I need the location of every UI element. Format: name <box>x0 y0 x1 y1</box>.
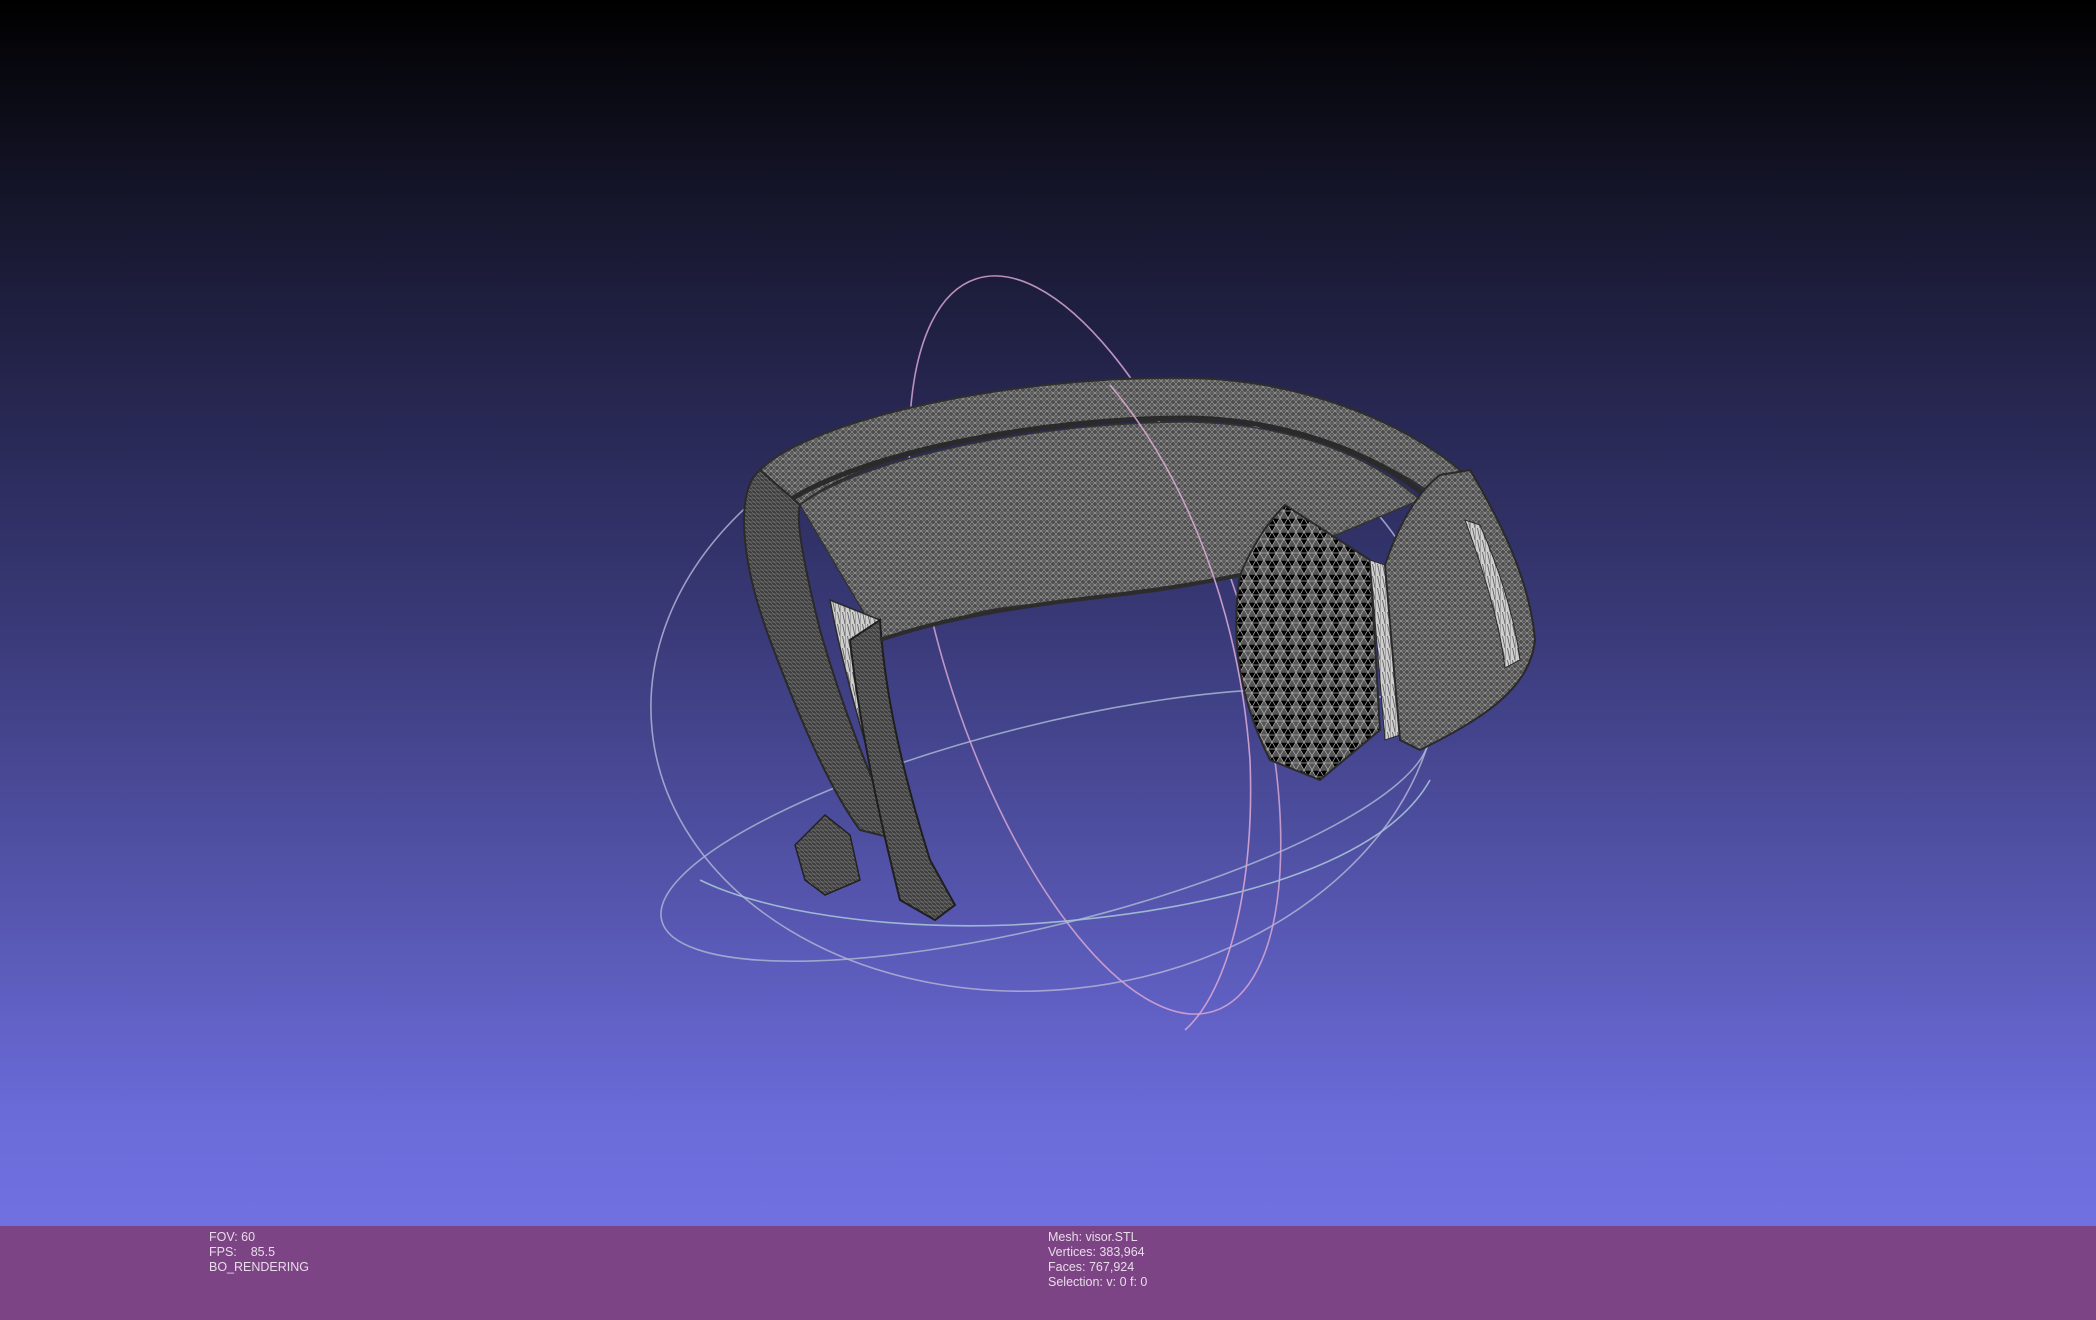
mesh-info-panel: Mesh: visor.STL Vertices: 383,964 Faces:… <box>1048 1230 1147 1290</box>
mesh-name: Mesh: visor.STL <box>1048 1230 1138 1244</box>
status-info-bar: FOV: 60 FPS: 85.5 BO_RENDERING Mesh: vis… <box>0 1225 2096 1320</box>
fps-label: FPS: <box>209 1245 237 1259</box>
face-count: Faces: 767,924 <box>1048 1260 1135 1274</box>
scene-canvas[interactable] <box>0 0 2096 1225</box>
fov-readout: FOV: 60 <box>209 1230 256 1244</box>
visor-mesh[interactable] <box>742 376 1537 922</box>
fps-readout: FPS: 85.5 <box>209 1245 309 1260</box>
fps-value: 85.5 <box>250 1245 276 1259</box>
visor-left-tab <box>794 813 861 896</box>
visor-right-panel <box>1235 503 1382 782</box>
render-mode: BO_RENDERING <box>209 1260 310 1274</box>
render-info-panel: FOV: 60 FPS: 85.5 BO_RENDERING <box>209 1230 309 1275</box>
3d-viewport[interactable]: FOV: 60 FPS: 85.5 BO_RENDERING Mesh: vis… <box>0 0 2096 1320</box>
vertex-count: Vertices: 383,964 <box>1048 1245 1145 1259</box>
selection-count: Selection: v: 0 f: 0 <box>1048 1275 1148 1289</box>
visor-right-outer-block <box>1383 468 1537 752</box>
